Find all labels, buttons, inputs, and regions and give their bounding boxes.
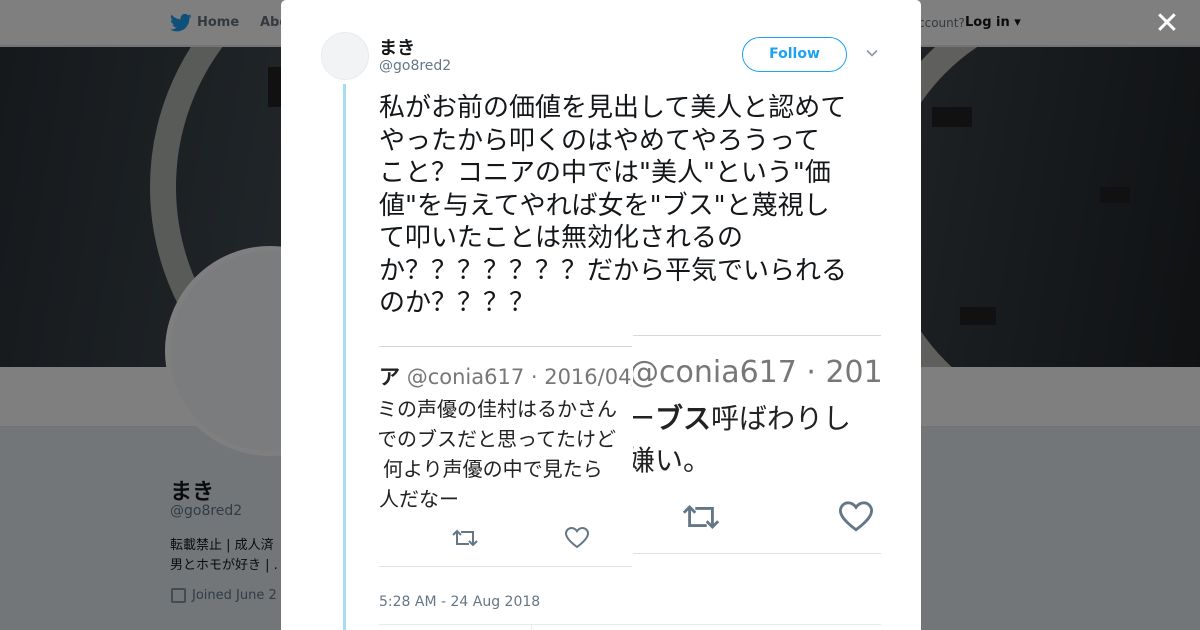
tweet-text: 私がお前の価値を見出して美人と認めて やったから叩くのはやめてやろうって こと？… — [379, 93, 848, 318]
tweet-photo-left[interactable]: ア @conia617 · 2016/04/ ミの声優の佳村はるかさん でのブス… — [379, 323, 632, 573]
quoted-text-line: 人だなー — [379, 487, 459, 511]
quoted-text-line: ーブス呼ばわりし — [633, 402, 852, 435]
quoted-text-line: でのブスだと思ってたけど — [379, 427, 616, 451]
heart-icon — [565, 527, 589, 549]
chevron-down-icon[interactable] — [866, 47, 878, 59]
author-avatar[interactable] — [321, 32, 369, 80]
thread-connector-line — [343, 84, 346, 630]
tweet-photo-right[interactable]: @conia617 · 2015/ ーブス呼ばわりし 嫌い。 — [633, 323, 881, 573]
photo-divider — [379, 566, 632, 567]
author-handle[interactable]: @go8red2 — [379, 58, 451, 74]
quoted-text-line: ミの声優の佳村はるかさん — [379, 397, 617, 421]
follow-button[interactable]: Follow — [742, 37, 847, 72]
quoted-handle-line: ア @conia617 · 2016/04/ — [379, 365, 632, 389]
tweet-stats-separator — [531, 624, 532, 630]
tweet-stats-divider — [379, 624, 881, 625]
quoted-text-line: 何より声優の中で見たら — [383, 457, 603, 481]
heart-icon — [839, 501, 873, 532]
retweet-icon — [682, 504, 720, 530]
quoted-text-line: 嫌い。 — [633, 444, 712, 477]
close-icon[interactable]: ✕ — [1153, 9, 1181, 39]
tweet-permalink-modal: まき @go8red2 Follow 私がお前の価値を見出して美人と認めて やっ… — [281, 0, 921, 630]
retweet-icon — [452, 529, 478, 547]
photo-divider — [633, 335, 881, 336]
author-name[interactable]: まき — [379, 34, 415, 60]
photo-divider — [633, 553, 881, 554]
tweet-timestamp[interactable]: 5:28 AM - 24 Aug 2018 — [379, 594, 540, 610]
tweet-media-grid[interactable]: ア @conia617 · 2016/04/ ミの声優の佳村はるかさん でのブス… — [379, 323, 881, 573]
quoted-handle-line: @conia617 · 2015/ — [633, 355, 881, 390]
photo-divider — [379, 346, 632, 347]
